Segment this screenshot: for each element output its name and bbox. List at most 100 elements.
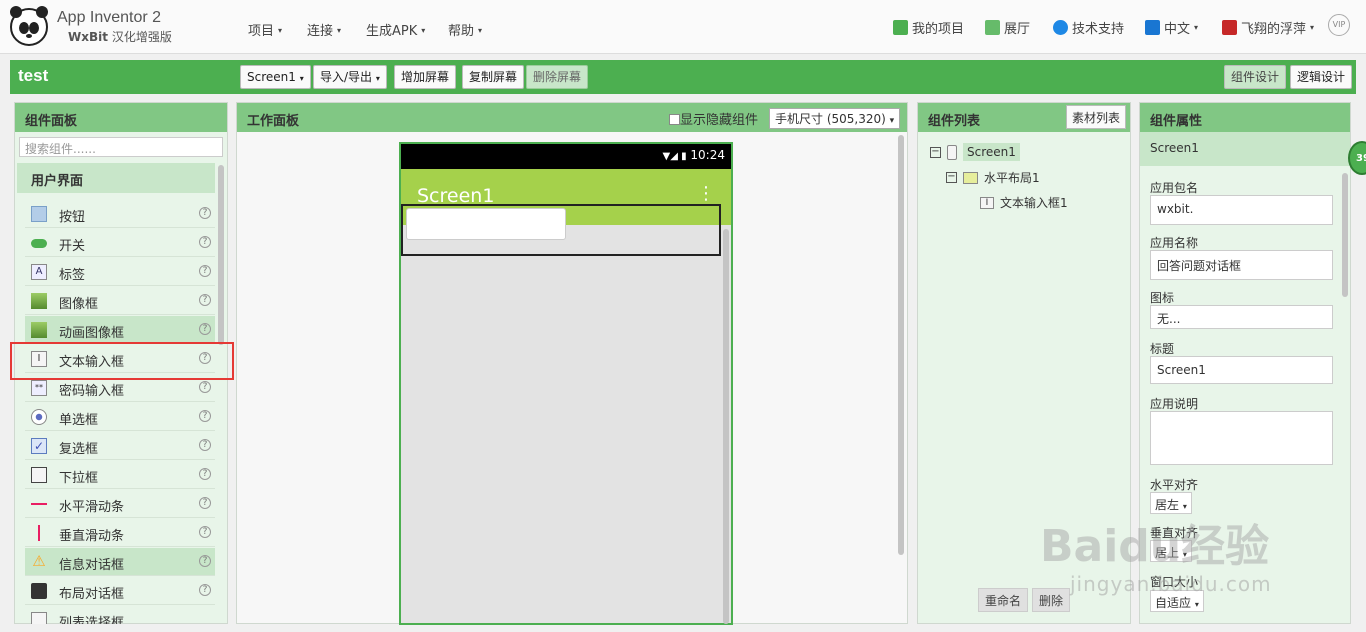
viewer-scrollbar[interactable] [898,135,904,555]
tree-node-screen1[interactable]: − Screen1 [930,143,1020,161]
palette-item-notifier[interactable]: ⚠ 信息对话框 ? [25,548,215,576]
palette-item-layout-dialog[interactable]: 布局对话框 ? [25,577,215,605]
horizontal-arrangement[interactable] [401,204,721,256]
delete-screen-button[interactable]: 删除屏幕 [526,65,589,89]
delete-button[interactable]: 删除 [1032,588,1071,612]
collapse-icon[interactable]: − [946,172,957,183]
rename-button[interactable]: 重命名 [978,588,1029,612]
icon-label: 图标 [1150,291,1175,305]
grid-icon [985,20,1000,35]
properties-title: 组件属性 [1140,103,1350,132]
package-name-input[interactable]: wxbit. [1150,195,1333,225]
viewer-title: 工作面板 [247,114,300,129]
title-label: 标题 [1150,342,1175,356]
horizontal-align-label: 水平对齐 [1150,478,1199,492]
designer-button[interactable]: 组件设计 [1224,65,1287,89]
qq-icon [1053,20,1068,35]
help-icon[interactable]: ? [199,410,211,422]
animated-image-icon [31,322,47,338]
user-menu[interactable]: 飞翔的浮萍 ▾ [1222,18,1314,37]
help-icon[interactable]: ? [199,468,211,480]
show-hidden-checkbox[interactable]: 显示隐藏组件 [669,109,758,128]
textbox-component[interactable] [406,208,566,240]
gallery-link[interactable]: 展厅 [985,18,1030,37]
horizontal-slider-icon [31,503,47,505]
device-size-select[interactable]: 手机尺寸 (505,320) ▾ [769,108,901,129]
app-description-label: 应用说明 [1150,397,1199,411]
media-list-button[interactable]: 素材列表 [1065,105,1126,129]
support-link[interactable]: 技术支持 [1053,18,1124,37]
help-icon[interactable]: ? [199,381,211,393]
tree-node-textbox[interactable]: I 文本输入框1 [980,194,1068,211]
properties-scrollbar[interactable] [1342,173,1348,297]
add-screen-button[interactable]: 增加屏幕 [394,65,457,89]
language-menu[interactable]: 中文 ▾ [1145,18,1198,37]
switch-icon [31,239,47,248]
screen-dropdown[interactable]: Screen1 ▾ [240,65,311,89]
help-icon[interactable]: ? [199,526,211,538]
app-description-textarea[interactable] [1150,411,1333,465]
viewer-title-bar: 工作面板 显示隐藏组件 手机尺寸 (505,320) ▾ [237,103,907,132]
menu-project[interactable]: 项目 ▾ [248,20,282,39]
checkbox-icon[interactable] [669,114,680,125]
warning-icon: ⚠ [32,552,46,570]
palette-scrollbar[interactable] [218,165,224,345]
menu-build-apk[interactable]: 生成APK ▾ [366,20,425,39]
phone-scrollbar[interactable] [723,229,729,624]
menu-connect[interactable]: 连接 ▾ [307,20,341,39]
components-title-bar: 组件列表 素材列表 [918,103,1130,132]
screen-icon [947,144,957,160]
blocks-button[interactable]: 逻辑设计 [1290,65,1353,89]
signal-icon: ▼◢ ▮ [662,151,687,162]
app-name-input[interactable]: 回答问题对话框 [1150,250,1333,280]
palette-item-v-slider[interactable]: 垂直滑动条 ? [25,519,215,547]
menu-help[interactable]: 帮助 ▾ [448,20,482,39]
palette-item-image[interactable]: 图像框 ? [25,287,215,315]
palette-item-list-picker[interactable]: 列表选择框 [25,606,215,624]
app-title: App Inventor 2 [57,9,162,26]
palette-search-input[interactable]: 搜索组件...... [19,137,223,157]
overflow-menu-icon[interactable]: ⋮ [697,183,715,204]
icon-input[interactable]: 无... [1150,305,1333,329]
category-user-interface[interactable]: 用户界面 [17,163,215,193]
help-icon[interactable]: ? [199,323,211,335]
textbox-icon: I [980,196,994,209]
help-icon[interactable]: ? [199,294,211,306]
project-toolbar: test Screen1 ▾ 导入/导出 ▾ 增加屏幕 复制屏幕 删除屏幕 组件… [10,60,1356,94]
project-name: test [18,66,49,85]
help-icon[interactable]: ? [199,236,211,248]
palette-item-checkbox[interactable]: ✓ 复选框 ? [25,432,215,460]
baidu-watermark-url: jingyan.baidu.com [1070,572,1272,596]
palette-item-button[interactable]: 按钮 ? [25,200,215,228]
dialog-icon [31,583,47,599]
baidu-watermark: Baidu经验 [1040,521,1270,572]
palette-item-radio[interactable]: 单选框 ? [25,403,215,431]
palette-item-h-slider[interactable]: 水平滑动条 ? [25,490,215,518]
help-icon[interactable]: ? [199,555,211,567]
package-name-label: 应用包名 [1150,181,1199,195]
collapse-icon[interactable]: − [930,146,941,158]
help-icon[interactable]: ? [199,439,211,451]
palette-item-animated-image[interactable]: 动画图像框 ? [25,316,215,344]
my-projects-link[interactable]: 我的项目 [893,18,964,37]
palette-item-label[interactable]: A 标签 ? [25,258,215,286]
import-export-button[interactable]: 导入/导出 ▾ [313,65,387,89]
phone-preview: ▼◢ ▮ 10:24 Screen1 ⋮ [399,142,733,625]
title-input[interactable]: Screen1 [1150,356,1333,384]
button-icon [31,206,47,222]
help-icon[interactable]: ? [199,207,211,219]
help-icon[interactable]: ? [199,497,211,509]
app-subtitle: WxBit 汉化增强版 [68,30,172,44]
panda-logo-icon[interactable] [10,6,48,46]
vip-icon[interactable]: VIP [1328,14,1350,36]
user-avatar-icon [1222,20,1237,35]
help-icon[interactable]: ? [199,584,211,596]
palette-item-spinner[interactable]: 下拉框 ? [25,461,215,489]
tree-node-horizontal-layout[interactable]: − 水平布局1 [946,169,1040,186]
copy-screen-button[interactable]: 复制屏幕 [462,65,525,89]
help-icon[interactable]: ? [199,265,211,277]
highlight-box [10,342,234,380]
viewer-panel: 工作面板 显示隐藏组件 手机尺寸 (505,320) ▾ ▼◢ ▮ 10:24 … [236,102,908,625]
palette-item-switch[interactable]: 开关 ? [25,229,215,257]
list-icon [893,20,908,35]
